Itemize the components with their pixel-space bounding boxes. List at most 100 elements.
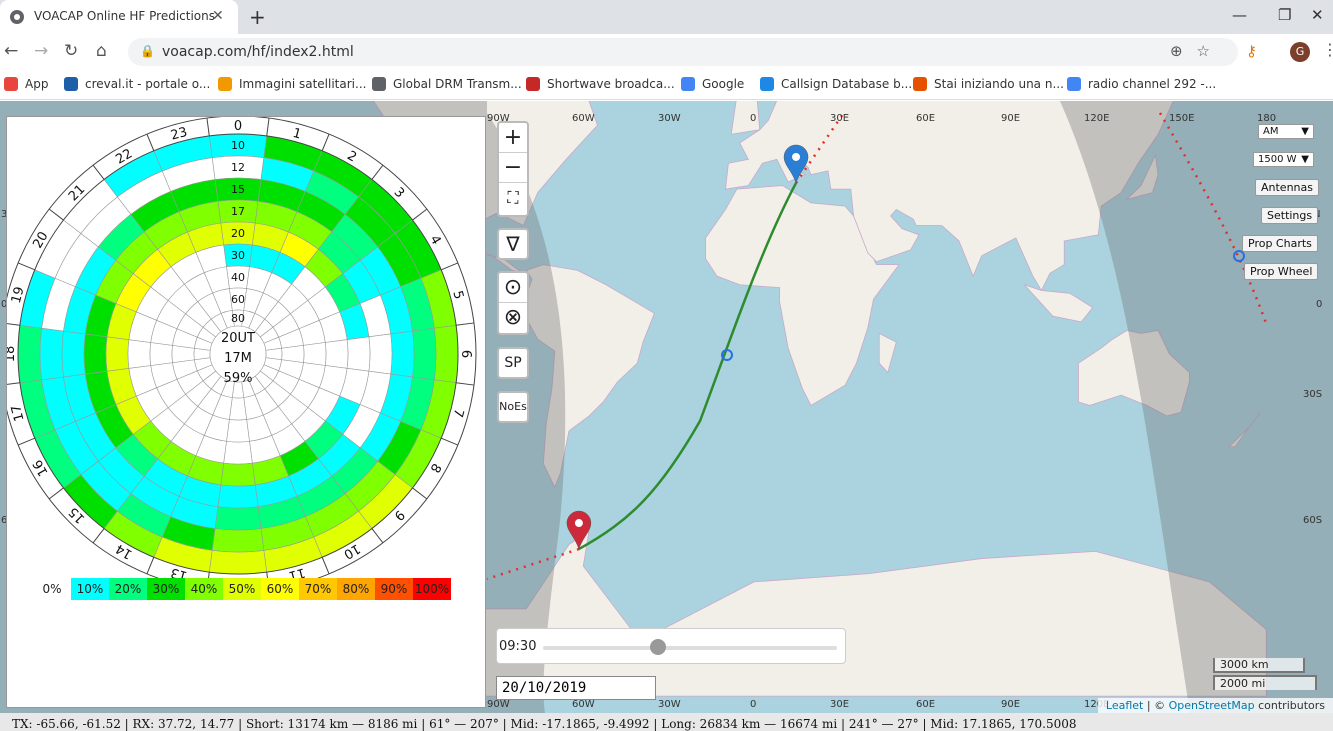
maximize-icon[interactable]: ❐: [1278, 6, 1291, 24]
prop-wheel-panel: 0123456789101112131415161718192021222310…: [6, 116, 486, 708]
rx-marker-icon-dot: [792, 152, 801, 161]
chevron-down-icon: ▼: [1301, 126, 1309, 137]
axis-label-bottom: 90W: [487, 699, 510, 710]
wheel-hour-divider: [92, 528, 105, 544]
settings-button[interactable]: Settings: [1261, 207, 1319, 224]
wheel-hour-label: 0: [234, 119, 242, 134]
bookmark-item[interactable]: creval.it - portale o...: [64, 77, 210, 91]
location-icon[interactable]: ⊕: [1170, 42, 1197, 60]
date-input[interactable]: [496, 676, 656, 700]
bookmark-label: Callsign Database b...: [781, 77, 913, 91]
wheel-cell: [61, 330, 86, 378]
time-slider[interactable]: 09:30: [496, 628, 846, 664]
wheel-hour-divider: [321, 133, 330, 151]
wheel-hour-divider: [412, 487, 428, 500]
legend-swatch: 60%: [261, 578, 299, 600]
bookmark-item[interactable]: Global DRM Transm...: [372, 77, 522, 91]
window-close-icon[interactable]: ✕: [1311, 6, 1324, 24]
forward-icon[interactable]: →: [34, 41, 48, 61]
legend-swatch: 50%: [223, 578, 261, 600]
legend-swatch: 10%: [71, 578, 109, 600]
wheel-hour-label: 7: [449, 407, 466, 419]
address-bar[interactable]: 🔒 voacap.com/hf/index2.html ⊕☆: [128, 38, 1238, 66]
wheel-hour-divider: [412, 208, 428, 221]
browser-tab[interactable]: VOACAP Online HF Predictions ✕: [0, 0, 238, 34]
wheel-cell: [346, 336, 371, 372]
wheel-cell: [368, 333, 393, 375]
axis-label-top: 120E: [1084, 113, 1110, 124]
leaflet-link[interactable]: Leaflet: [1106, 699, 1143, 712]
wheel-hour-divider: [371, 528, 384, 544]
bookmarks-bar: App creval.it - portale o... Immagini sate…: [0, 70, 1333, 100]
bookmark-item[interactable]: App: [4, 77, 48, 91]
osm-link[interactable]: OpenStreetMap: [1169, 699, 1255, 712]
axis-label-top: 30W: [658, 113, 681, 124]
prop-wheel-button[interactable]: Prop Wheel: [1244, 263, 1319, 280]
axis-label-bottom: 60W: [572, 699, 595, 710]
zoom-in-button[interactable]: +: [499, 123, 527, 153]
no-es-button[interactable]: NoEs: [497, 391, 529, 423]
menu-icon[interactable]: ⋮: [1322, 40, 1333, 59]
star-icon[interactable]: ☆: [1197, 42, 1224, 60]
slider-track[interactable]: [543, 646, 837, 650]
key-icon[interactable]: ⚷: [1246, 42, 1257, 60]
chevron-down-icon: ▼: [1301, 154, 1309, 165]
zoom-out-button[interactable]: −: [499, 153, 527, 183]
slider-thumb[interactable]: [649, 639, 666, 655]
antennas-button[interactable]: Antennas: [1255, 179, 1319, 196]
wheel-cell: [226, 419, 250, 443]
new-tab-icon[interactable]: +: [249, 5, 266, 29]
fullscreen-icon[interactable]: ⛶: [499, 183, 527, 213]
point-control: ⊙ ⊗: [497, 271, 529, 335]
reload-icon[interactable]: ↻: [64, 41, 78, 61]
prop-wheel-chart: 0123456789101112131415161718192021222310…: [7, 117, 477, 593]
wheel-hour-divider: [146, 133, 155, 151]
legend-swatch: 70%: [299, 578, 337, 600]
browser-toolbar: ← → ↻ ⌂ 🔒 voacap.com/hf/index2.html ⊕☆ ⚷…: [0, 34, 1333, 70]
prop-charts-button[interactable]: Prop Charts: [1242, 235, 1318, 252]
wheel-hour-divider: [17, 262, 35, 271]
axis-label-bottom: 60E: [916, 699, 936, 710]
bookmark-item[interactable]: Shortwave broadca...: [526, 77, 675, 91]
minimize-icon[interactable]: —: [1232, 6, 1247, 24]
wheel-cell: [223, 440, 253, 465]
short-path-button[interactable]: SP: [497, 347, 529, 379]
mode-select[interactable]: AM ▼: [1258, 124, 1314, 139]
back-icon[interactable]: ←: [4, 41, 18, 61]
axis-label-bottom: 0: [750, 699, 757, 710]
wheel-hour-divider: [17, 437, 35, 446]
wheel-hour-divider: [48, 487, 64, 500]
tab-close-icon[interactable]: ✕: [212, 8, 224, 24]
wheel-center-text: 17M: [224, 351, 252, 366]
url-text[interactable]: voacap.com/hf/index2.html: [162, 44, 354, 60]
wheel-cell: [324, 339, 349, 369]
map-attribution: Leaflet | © OpenStreetMap contributors: [1097, 698, 1333, 713]
dot-circle-button[interactable]: ⊙: [499, 273, 527, 303]
wheel-ring-label: 60: [231, 293, 245, 306]
power-select[interactable]: 1500 W ▼: [1253, 152, 1314, 167]
axis-label-right: 60S: [1303, 515, 1323, 526]
power-select-value: 1500 W: [1258, 154, 1297, 165]
time-label: 09:30: [499, 639, 537, 654]
wheel-ring-label: 20: [231, 227, 245, 240]
bookmark-item[interactable]: radio channel 292 -...: [1067, 77, 1216, 91]
tab-title: VOACAP Online HF Predictions: [34, 9, 215, 23]
wheel-cell: [214, 506, 262, 531]
home-icon[interactable]: ⌂: [96, 41, 107, 61]
avatar[interactable]: G: [1290, 42, 1310, 62]
nabla-button[interactable]: ∇: [497, 228, 529, 260]
bookmark-item[interactable]: Callsign Database b...: [760, 77, 912, 91]
wheel-hour-label: 5: [449, 289, 466, 301]
legend-swatch: 80%: [337, 578, 375, 600]
bookmark-item[interactable]: Immagini satellitari...: [218, 77, 366, 91]
bookmark-label: Immagini satellitari...: [239, 77, 367, 91]
wheel-cell: [217, 484, 259, 509]
cross-circle-button[interactable]: ⊗: [499, 303, 527, 333]
bookmark-item[interactable]: Stai iniziando una n...: [913, 77, 1064, 91]
attribution-separator: | ©: [1143, 699, 1169, 712]
wheel-hour-label: 1: [291, 126, 303, 143]
axis-label-bottom: 30W: [658, 699, 681, 710]
bookmark-item[interactable]: Google: [681, 77, 744, 91]
globe-icon: [10, 10, 24, 24]
wheel-cell: [433, 324, 459, 384]
